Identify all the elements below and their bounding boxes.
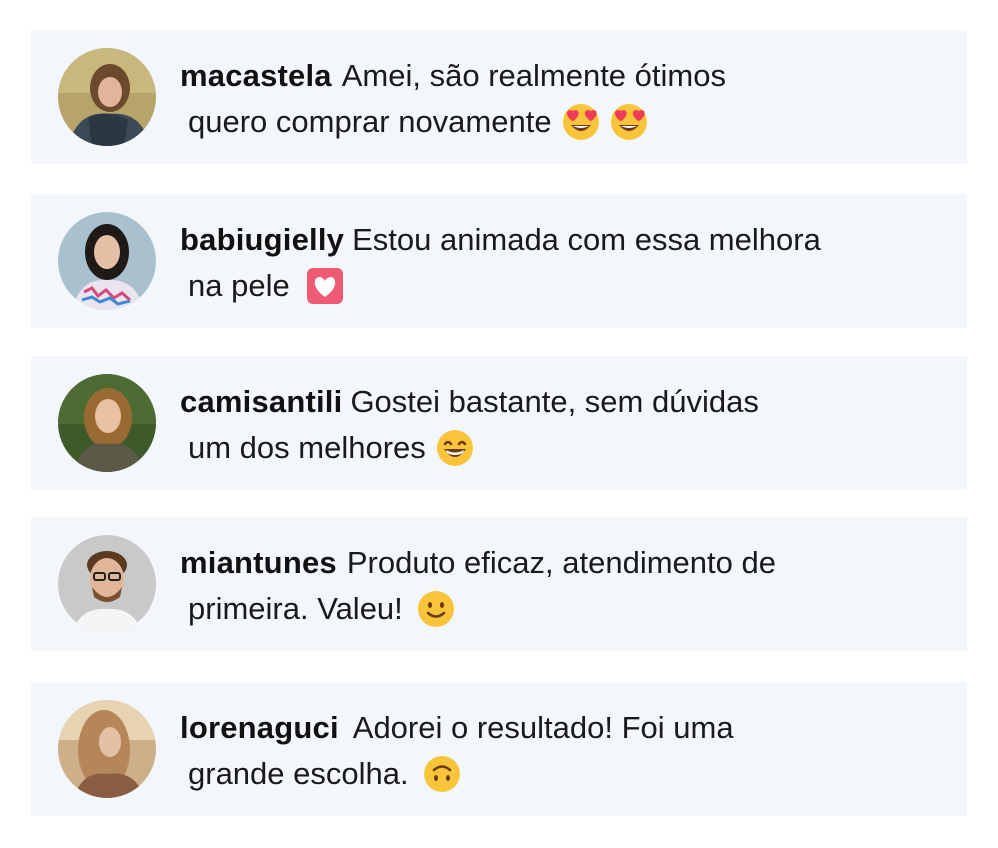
avatar[interactable]: [58, 535, 156, 633]
avatar[interactable]: [58, 374, 156, 472]
comment-card: macastela Amei, são realmente ótimos quer…: [31, 30, 967, 164]
comment-text: grande escolha.: [188, 756, 409, 791]
comment-line-1: babiugielly Estou animada com essa melhor…: [180, 222, 821, 258]
username[interactable]: camisantili: [180, 384, 342, 419]
comment-text: Amei, são realmente ótimos: [341, 58, 726, 93]
comment-text: primeira. Valeu!: [188, 591, 403, 626]
comment-line-2: primeira. Valeu!: [188, 589, 455, 629]
comment-line-2: um dos melhores: [188, 428, 474, 468]
comment-line-1: macastela Amei, são realmente ótimos: [180, 58, 726, 94]
username[interactable]: babiugielly: [180, 222, 344, 257]
comment-line-1: lorenaguci Adorei o resultado! Foi uma: [180, 710, 734, 746]
comment-line-2: quero comprar novamente: [188, 102, 648, 142]
comment-card: babiugielly Estou animada com essa melhor…: [31, 194, 967, 328]
grinning-icon: [436, 429, 474, 467]
comment-text: quero comprar novamente: [188, 104, 552, 139]
comment-card: miantunes Produto eficaz, atendimento de …: [31, 517, 967, 651]
avatar[interactable]: [58, 212, 156, 310]
avatar[interactable]: [58, 48, 156, 146]
comment-line-1: miantunes Produto eficaz, atendimento de: [180, 545, 776, 581]
comment-text: Estou animada com essa melhora: [352, 222, 821, 257]
comment-text: na pele: [188, 268, 290, 303]
comment-card: lorenaguci Adorei o resultado! Foi uma gr…: [31, 682, 967, 816]
heart-eyes-icon: [562, 103, 600, 141]
comment-card: camisantili Gostei bastante, sem dúvidas …: [31, 356, 967, 490]
username[interactable]: lorenaguci: [180, 710, 339, 745]
comment-line-1: camisantili Gostei bastante, sem dúvidas: [180, 384, 759, 420]
heart-square-icon: [306, 267, 344, 305]
comment-text: Produto eficaz, atendimento de: [346, 545, 776, 580]
heart-eyes-icon: [610, 103, 648, 141]
comment-line-2: na pele: [188, 266, 344, 306]
comment-text: um dos melhores: [188, 430, 426, 465]
upside-down-face-icon: [423, 755, 461, 793]
wink-icon: [417, 590, 455, 628]
avatar[interactable]: [58, 700, 156, 798]
username[interactable]: macastela: [180, 58, 332, 93]
comment-text: Adorei o resultado! Foi uma: [352, 710, 734, 745]
comment-text: Gostei bastante, sem dúvidas: [350, 384, 759, 419]
comment-line-2: grande escolha.: [188, 754, 461, 794]
username[interactable]: miantunes: [180, 545, 337, 580]
